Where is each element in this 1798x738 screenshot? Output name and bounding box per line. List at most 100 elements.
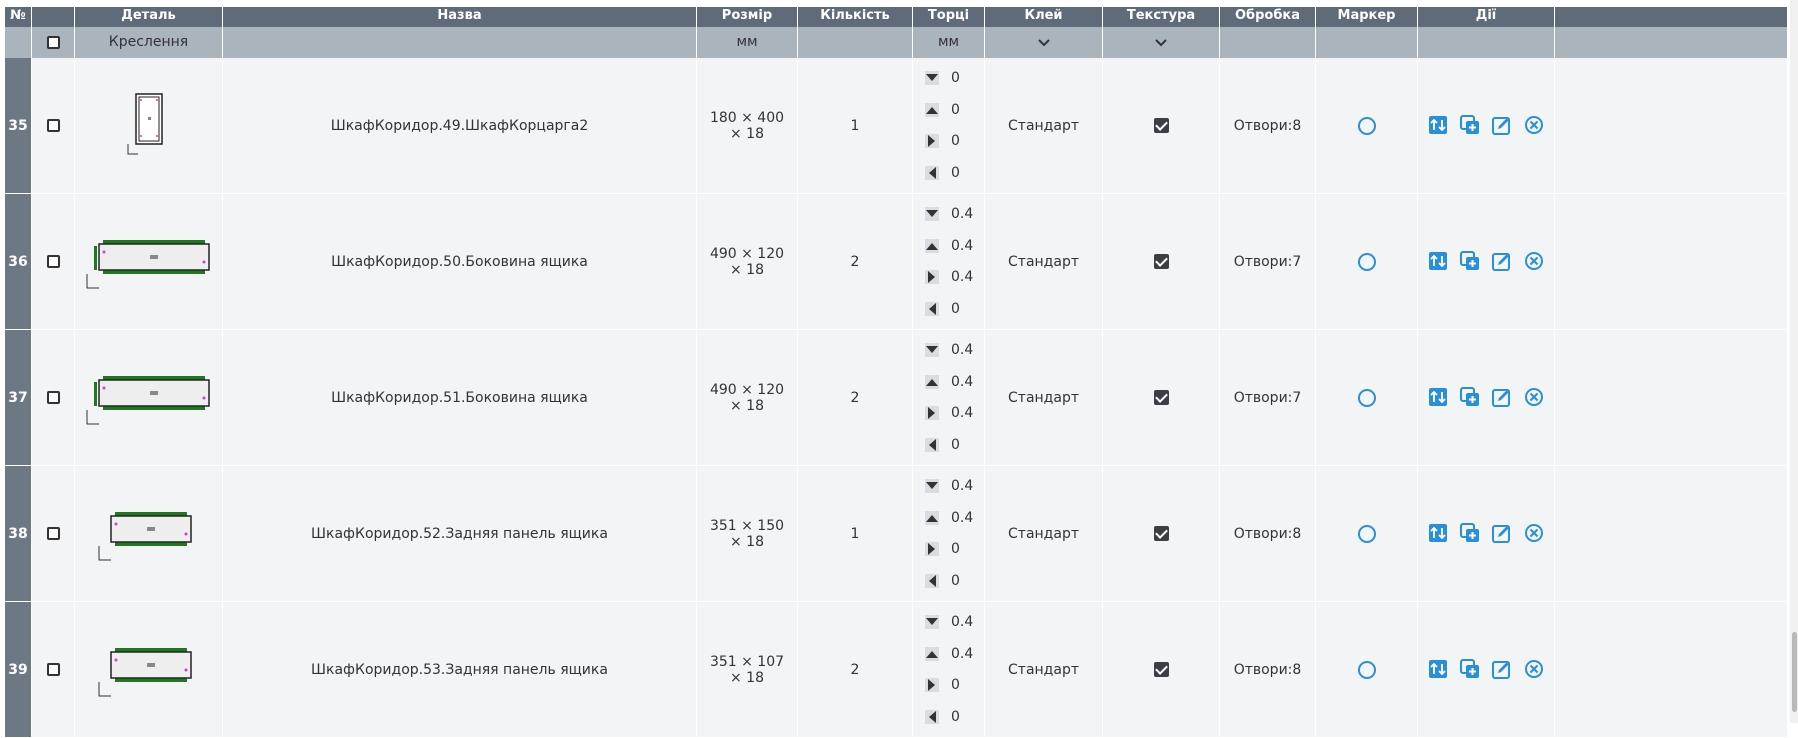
edge-right-icon [925,542,945,557]
marker-radio[interactable] [1357,252,1376,271]
edges-cell[interactable]: 0.4 0.4 0.4 0 [913,330,985,465]
edges-cell[interactable]: 0.4 0.4 0 0 [913,466,985,601]
edit-button[interactable] [1491,523,1513,545]
row-select-checkbox[interactable] [46,663,60,676]
edit-button[interactable] [1491,251,1513,273]
glue-type[interactable]: Стандарт [985,194,1103,329]
table-body: 35 ШкафКоридор.49.ШкафКорцарга2 180 × 400 … [5,58,1787,738]
table-row[interactable]: 37 ШкафКоридор.51.Боковина ящика 490 × 120… [5,330,1787,466]
part-drawing[interactable] [75,194,223,329]
part-drawing[interactable] [75,330,223,465]
texture-filter[interactable] [1103,27,1220,58]
swap-icon [1428,387,1448,411]
glue-type[interactable]: Стандарт [985,466,1103,601]
duplicate-icon [1460,522,1480,547]
glue-type[interactable]: Стандарт [985,602,1103,737]
duplicate-icon [1460,386,1480,411]
marker-radio[interactable] [1357,116,1376,135]
chevron-down-icon [1037,38,1050,46]
table-row[interactable]: 35 ШкафКоридор.49.ШкафКорцарга2 180 × 400 … [5,58,1787,194]
part-qty: 2 [798,330,913,465]
edit-button[interactable] [1491,387,1513,409]
duplicate-button[interactable] [1459,658,1481,681]
glue-type[interactable]: Стандарт [985,330,1103,465]
select-all-checkbox[interactable] [46,36,60,49]
marker-radio[interactable] [1357,388,1376,407]
swap-button[interactable] [1427,115,1449,137]
delete-button[interactable] [1523,659,1545,681]
texture-checkbox[interactable] [1153,254,1169,269]
swap-icon [1428,523,1448,547]
glue-type[interactable]: Стандарт [985,58,1103,193]
delete-button[interactable] [1523,387,1545,409]
duplicate-button[interactable] [1459,386,1481,411]
scrollbar[interactable] [1790,0,1798,723]
table-row[interactable]: 36 ШкафКоридор.50.Боковина ящика 490 × 120… [5,194,1787,330]
part-size: 180 × 400 × 18 [697,58,798,193]
row-select-checkbox[interactable] [46,527,60,540]
marker-radio[interactable] [1357,660,1376,679]
part-qty: 1 [798,466,913,601]
row-number: 36 [5,194,32,329]
texture-checkbox[interactable] [1153,662,1169,677]
swap-button[interactable] [1427,387,1449,409]
subheader-row: Креслення мм мм [5,27,1787,58]
header-name: Назва [223,7,697,27]
processing[interactable]: Отвори:7 [1220,194,1316,329]
delete-icon [1524,115,1544,139]
edit-button[interactable] [1491,659,1513,681]
edge-value: 0.4 [925,508,973,528]
part-drawing[interactable] [75,58,223,193]
delete-icon [1524,659,1544,683]
delete-button[interactable] [1523,251,1545,273]
edge-value: 0 [925,675,960,695]
processing[interactable]: Отвори:8 [1220,602,1316,737]
row-select-checkbox[interactable] [46,119,60,132]
edit-icon [1492,252,1512,275]
part-qty: 2 [798,194,913,329]
swap-button[interactable] [1427,251,1449,273]
duplicate-button[interactable] [1459,522,1481,547]
row-number: 37 [5,330,32,465]
edge-value: 0 [925,299,960,319]
header-size: Розмір [697,7,798,27]
part-name: ШкафКоридор.50.Боковина ящика [223,194,697,329]
part-drawing[interactable] [75,466,223,601]
processing[interactable]: Отвори:7 [1220,330,1316,465]
edges-cell[interactable]: 0.4 0.4 0.4 0 [913,194,985,329]
processing[interactable]: Отвори:8 [1220,466,1316,601]
edge-value: 0.4 [925,403,973,423]
edge-top-icon [925,238,945,253]
texture-checkbox[interactable] [1153,118,1169,133]
swap-button[interactable] [1427,659,1449,681]
glue-filter[interactable] [985,27,1103,58]
duplicate-button[interactable] [1459,114,1481,137]
edge-left-icon [925,302,945,317]
table-row[interactable]: 38 ШкафКоридор.52.Задняя панель ящика 351 … [5,466,1787,602]
duplicate-button[interactable] [1459,250,1481,273]
delete-button[interactable] [1523,115,1545,137]
edge-bottom-icon [925,342,945,357]
swap-icon [1428,115,1448,139]
edit-icon [1492,388,1512,411]
marker-radio[interactable] [1357,524,1376,543]
edges-cell[interactable]: 0 0 0 0 [913,58,985,193]
swap-button[interactable] [1427,523,1449,545]
edge-left-icon [925,574,945,589]
edges-cell[interactable]: 0.4 0.4 0 0 [913,602,985,737]
parts-table: № Деталь Назва Розмір Кількість Торці Кл… [5,7,1787,738]
row-select-checkbox[interactable] [46,391,60,404]
table-row[interactable]: 39 ШкафКоридор.53.Задняя панель ящика 351 … [5,602,1787,738]
row-number: 39 [5,602,32,737]
texture-checkbox[interactable] [1153,526,1169,541]
scrollbar-thumb[interactable] [1792,632,1797,712]
subheader-size-unit: мм [697,27,798,58]
row-select-checkbox[interactable] [46,255,60,268]
edge-value: 0 [925,131,960,151]
texture-checkbox[interactable] [1153,390,1169,405]
edit-button[interactable] [1491,115,1513,137]
part-drawing[interactable] [75,602,223,737]
processing[interactable]: Отвори:8 [1220,58,1316,193]
delete-button[interactable] [1523,523,1545,545]
edge-top-icon [925,510,945,525]
